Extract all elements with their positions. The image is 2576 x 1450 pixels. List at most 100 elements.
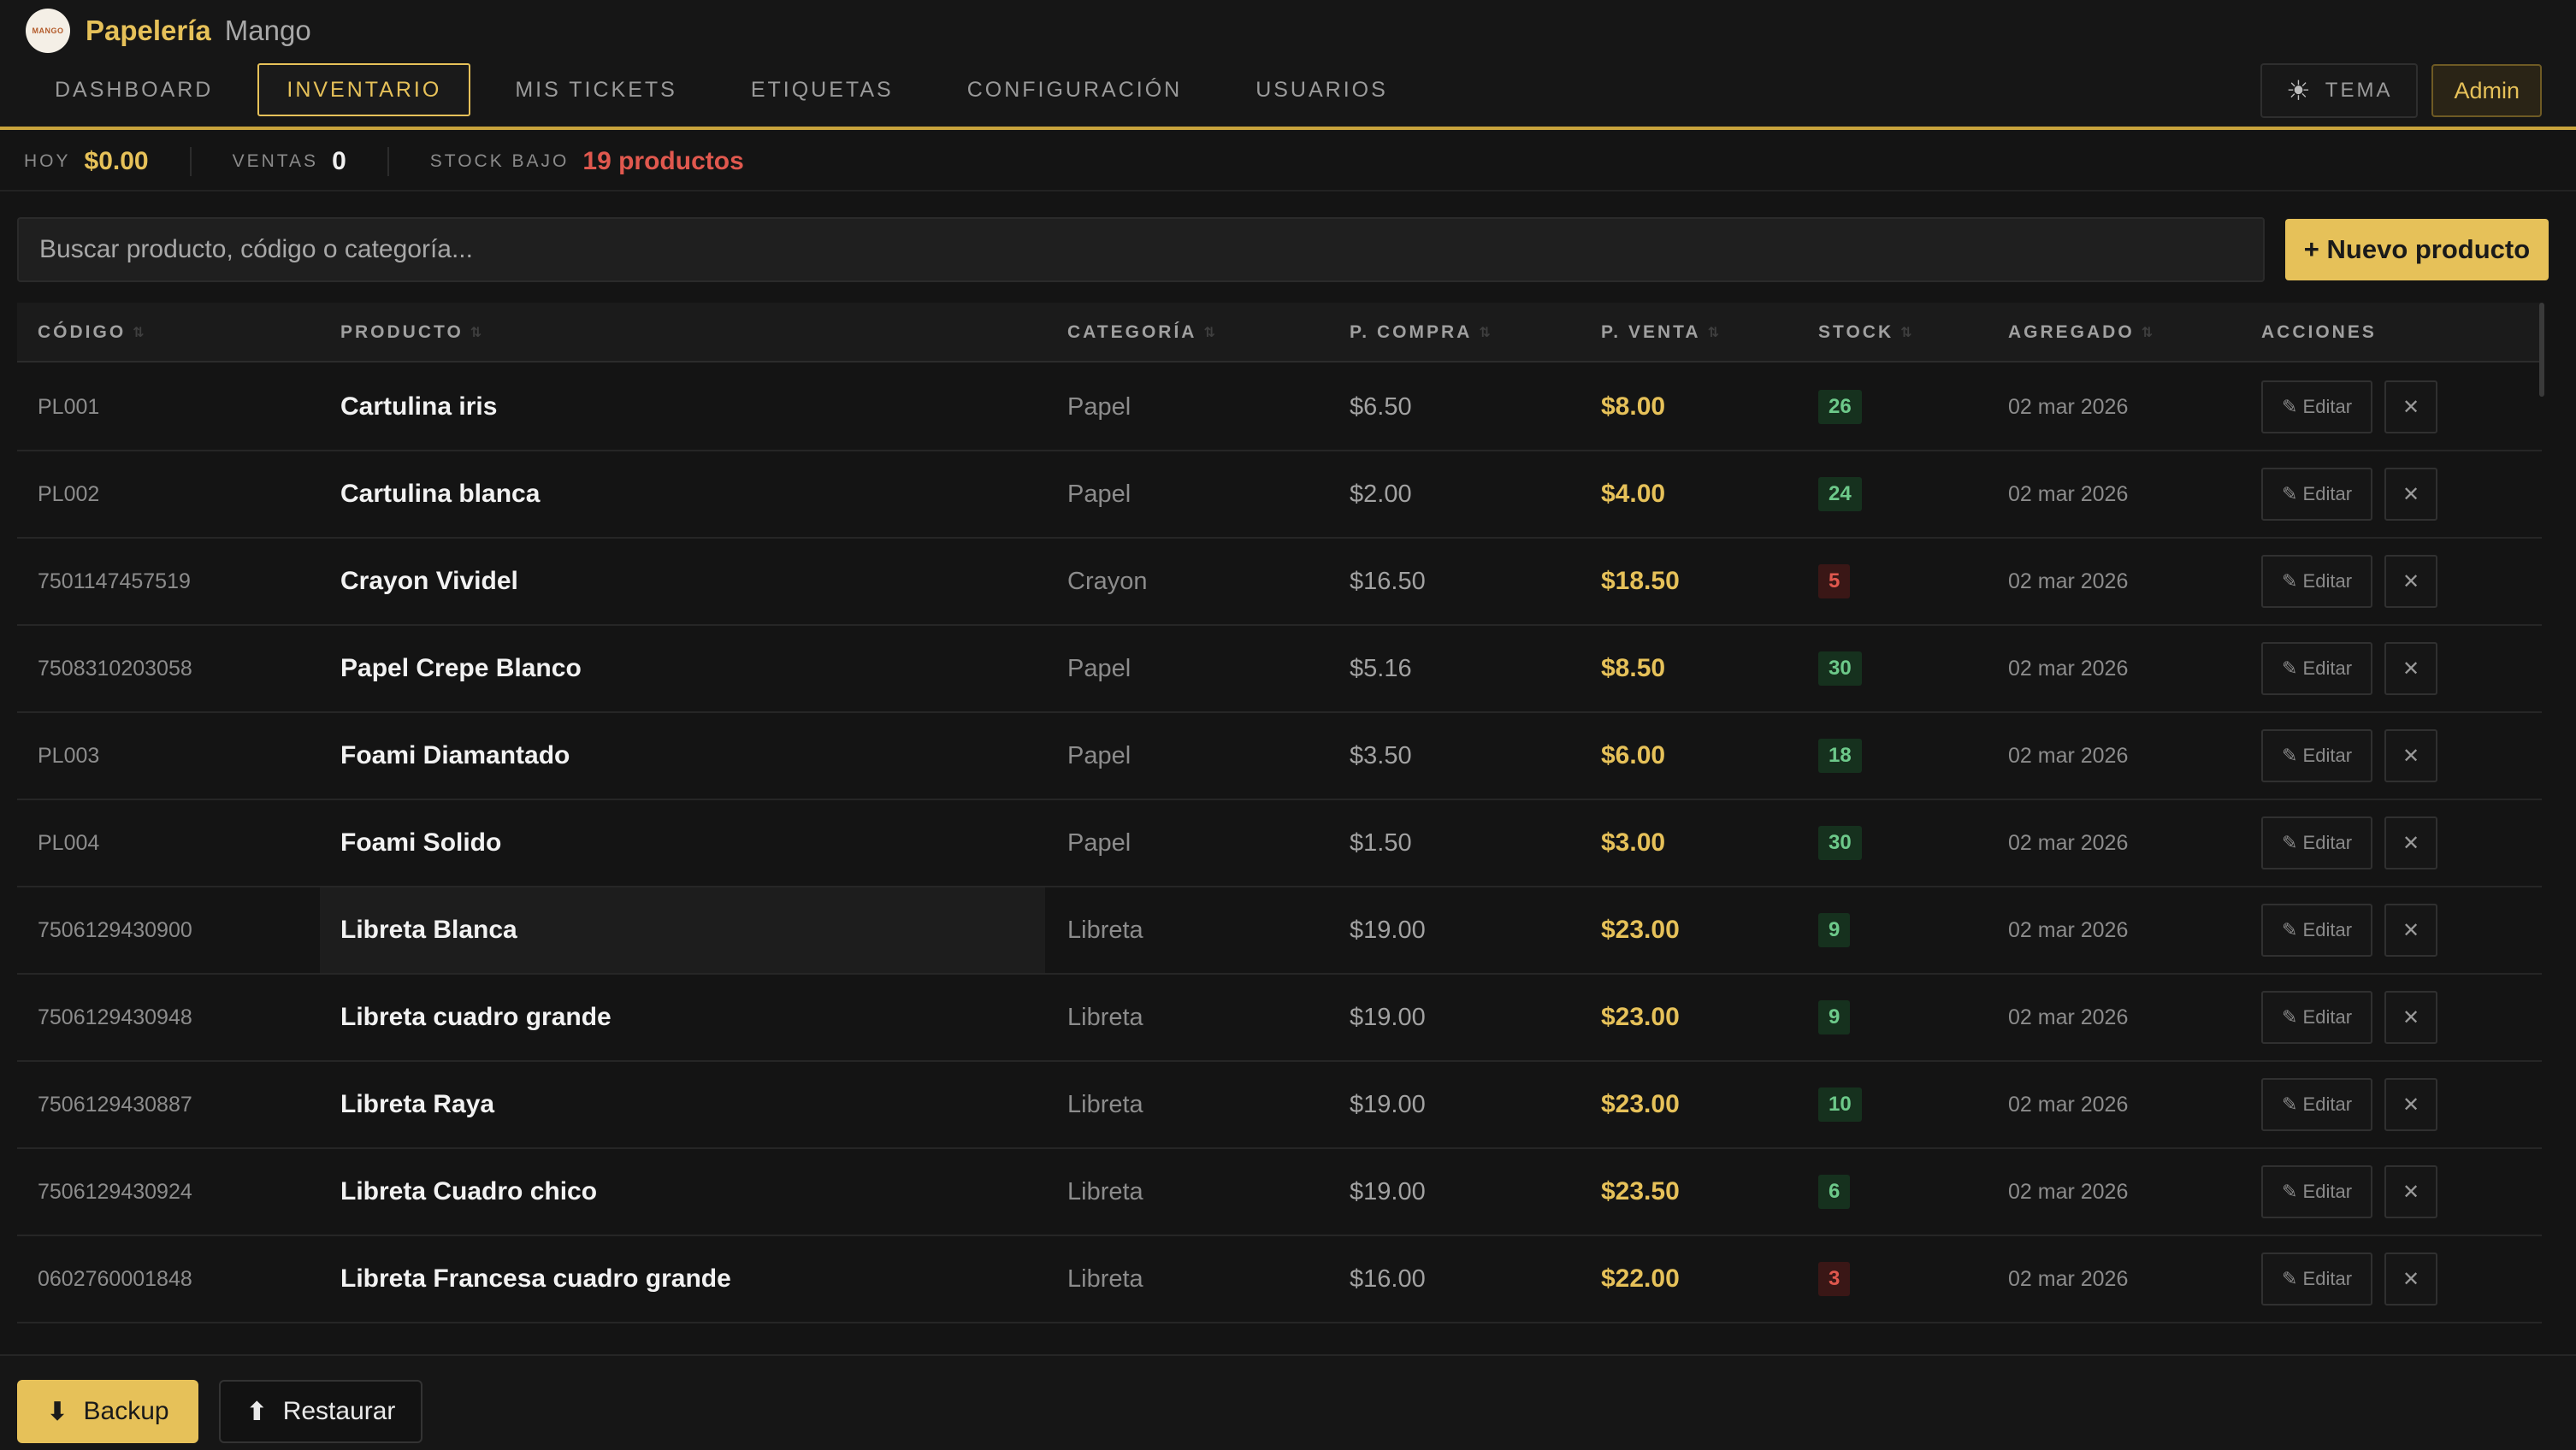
search-input[interactable] (17, 217, 2265, 282)
table-row[interactable]: 7508310203058 Papel Crepe Blanco Papel $5.1… (17, 626, 2542, 713)
cell-actions: ✎ Editar ✕ (2261, 1236, 2438, 1322)
delete-button[interactable]: ✕ (2384, 1078, 2438, 1131)
tab-dashboard[interactable]: DASHBOARD (26, 63, 242, 116)
cell-code: 7508310203058 (38, 656, 192, 681)
table-row[interactable]: PL004 Foami Solido Papel $1.50 $3.00 30 02 mar… (17, 800, 2542, 887)
stat-today: HOY $0.00 (24, 147, 190, 176)
tab-inventario[interactable]: INVENTARIO (257, 63, 471, 116)
cell-actions: ✎ Editar ✕ (2261, 975, 2438, 1060)
table-row[interactable]: 7506129430900 Libreta Blanca Libreta $19.00… (17, 887, 2542, 975)
column-header-actions: ACCIONES (2261, 303, 2377, 362)
column-header-buy-price[interactable]: P. COMPRA ⇅ (1350, 303, 1493, 362)
stock-badge: 26 (1818, 390, 1862, 424)
sort-icon: ⇅ (470, 326, 485, 340)
cell-sell-price: $4.00 (1601, 480, 1666, 508)
delete-button[interactable]: ✕ (2384, 555, 2438, 608)
restore-label: Restaurar (282, 1397, 396, 1425)
table-row[interactable]: 0602760001848 Libreta Francesa cuadro gra… (17, 1236, 2542, 1323)
delete-button[interactable]: ✕ (2384, 904, 2438, 957)
cell-category: Libreta (1067, 1090, 1143, 1118)
close-icon: ✕ (2402, 1267, 2420, 1291)
delete-button[interactable]: ✕ (2384, 642, 2438, 695)
edit-button[interactable]: ✎ Editar (2261, 468, 2373, 521)
close-icon: ✕ (2402, 395, 2420, 419)
edit-button[interactable]: ✎ Editar (2261, 1253, 2373, 1306)
new-product-button[interactable]: + Nuevo producto (2285, 219, 2549, 280)
cell-buy-price: $16.50 (1350, 567, 1426, 595)
cell-code: 7506129430900 (38, 917, 192, 942)
edit-button[interactable]: ✎ Editar (2261, 816, 2373, 869)
cell-code: PL004 (38, 830, 100, 855)
column-header-product[interactable]: PRODUCTO ⇅ (340, 303, 484, 362)
column-header-sell-price[interactable]: P. VENTA ⇅ (1601, 303, 1722, 362)
scrollbar[interactable] (2539, 303, 2544, 397)
cell-sell-price: $3.00 (1601, 828, 1666, 857)
stock-badge: 24 (1818, 477, 1862, 511)
tab-usuarios[interactable]: USUARIOS (1226, 63, 1417, 116)
download-icon: ⬇ (46, 1397, 68, 1426)
column-header-label: CÓDIGO (38, 322, 127, 342)
divider (0, 190, 2576, 192)
delete-button[interactable]: ✕ (2384, 816, 2438, 869)
table-row[interactable]: PL001 Cartulina iris Papel $6.50 $8.00 26 02 m… (17, 364, 2542, 451)
tab-configuracion[interactable]: CONFIGURACIÓN (938, 63, 1212, 116)
tab-etiquetas[interactable]: ETIQUETAS (722, 63, 923, 116)
table-row[interactable]: 7506129430948 Libreta cuadro grande Libret… (17, 975, 2542, 1062)
table-row[interactable]: PL003 Foami Diamantado Papel $3.50 $6.00 18 02… (17, 713, 2542, 800)
user-button[interactable]: Admin (2431, 64, 2542, 117)
main-nav: DASHBOARD INVENTARIO MIS TICKETS ETIQUET… (26, 63, 1417, 116)
delete-button[interactable]: ✕ (2384, 1165, 2438, 1218)
cell-actions: ✎ Editar ✕ (2261, 364, 2438, 450)
column-header-added[interactable]: AGREGADO ⇅ (2008, 303, 2155, 362)
table-row[interactable]: 7506129430887 Libreta Raya Libreta $19.00 $2… (17, 1062, 2542, 1149)
column-header-category[interactable]: CATEGORÍA ⇅ (1067, 303, 1218, 362)
edit-button[interactable]: ✎ Editar (2261, 1078, 2373, 1131)
cell-actions: ✎ Editar ✕ (2261, 1149, 2438, 1235)
tab-mis-tickets[interactable]: MIS TICKETS (486, 63, 706, 116)
edit-button[interactable]: ✎ Editar (2261, 642, 2373, 695)
theme-label: TEMA (2325, 79, 2393, 102)
cell-added-date: 02 mar 2026 (2008, 917, 2129, 942)
edit-button[interactable]: ✎ Editar (2261, 555, 2373, 608)
cell-code: 7506129430948 (38, 1005, 192, 1029)
backup-button[interactable]: ⬇ Backup (17, 1380, 198, 1443)
delete-button[interactable]: ✕ (2384, 729, 2438, 782)
cell-actions: ✎ Editar ✕ (2261, 539, 2438, 624)
sort-icon: ⇅ (1900, 326, 1915, 340)
edit-button[interactable]: ✎ Editar (2261, 729, 2373, 782)
table-row[interactable]: PL002 Cartulina blanca Papel $2.00 $4.00 24 02… (17, 451, 2542, 539)
sun-icon: ☀ (2286, 75, 2313, 106)
column-header-label: PRODUCTO (340, 322, 464, 342)
stock-badge: 5 (1818, 564, 1851, 598)
sort-icon: ⇅ (1203, 326, 1218, 340)
cell-category: Papel (1067, 392, 1131, 421)
backup-label: Backup (83, 1397, 169, 1425)
cell-buy-price: $19.00 (1350, 1090, 1426, 1118)
delete-button[interactable]: ✕ (2384, 468, 2438, 521)
edit-button[interactable]: ✎ Editar (2261, 1165, 2373, 1218)
close-icon: ✕ (2402, 1005, 2420, 1029)
sort-icon: ⇅ (1479, 326, 1493, 340)
delete-button[interactable]: ✕ (2384, 1253, 2438, 1306)
upload-icon: ⬆ (245, 1397, 268, 1426)
column-header-stock[interactable]: STOCK ⇅ (1818, 303, 1915, 362)
cell-buy-price: $19.00 (1350, 1003, 1426, 1031)
cell-added-date: 02 mar 2026 (2008, 1179, 2129, 1204)
table-row[interactable]: 7501147457519 Crayon Vividel Crayon $16.50 $… (17, 539, 2542, 626)
cell-sell-price: $6.00 (1601, 741, 1666, 769)
column-header-label: CATEGORÍA (1067, 322, 1197, 342)
delete-button[interactable]: ✕ (2384, 380, 2438, 433)
restore-button[interactable]: ⬆ Restaurar (219, 1380, 422, 1443)
theme-button[interactable]: ☀ TEMA (2260, 63, 2419, 118)
cell-actions: ✎ Editar ✕ (2261, 1062, 2438, 1147)
cell-actions: ✎ Editar ✕ (2261, 451, 2438, 537)
edit-button[interactable]: ✎ Editar (2261, 991, 2373, 1044)
delete-button[interactable]: ✕ (2384, 991, 2438, 1044)
edit-button[interactable]: ✎ Editar (2261, 380, 2373, 433)
table-row[interactable]: 7506129430924 Libreta Cuadro chico Libreta… (17, 1149, 2542, 1236)
column-header-code[interactable]: CÓDIGO ⇅ (38, 303, 147, 362)
cell-stock: 26 (1818, 364, 1862, 450)
edit-button[interactable]: ✎ Editar (2261, 904, 2373, 957)
cell-code: 7506129430924 (38, 1179, 192, 1204)
cell-code: 7506129430887 (38, 1092, 192, 1117)
